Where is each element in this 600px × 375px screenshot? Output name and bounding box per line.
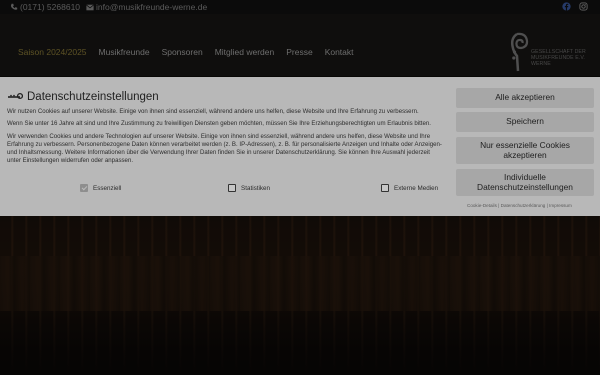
- imprint-link[interactable]: Impressum: [549, 203, 572, 208]
- checkbox-externe-medien-box[interactable]: [381, 184, 389, 192]
- accept-all-button[interactable]: Alle akzeptieren: [456, 88, 594, 108]
- checkbox-statistiken-box[interactable]: [228, 184, 236, 192]
- consent-text-intro: Wir nutzen Cookies auf unserer Website. …: [7, 108, 419, 115]
- save-button[interactable]: Speichern: [456, 112, 594, 132]
- checkbox-statistiken-label: Statistiken: [241, 184, 271, 192]
- essential-only-button[interactable]: Nur essenzielle Cookies akzeptieren: [456, 137, 594, 164]
- checkbox-essenziell-label: Essenziell: [93, 184, 122, 192]
- checkbox-externe-medien-label: Externe Medien: [394, 184, 439, 192]
- checkbox-statistiken[interactable]: Statistiken: [228, 184, 270, 192]
- cookie-details-link[interactable]: Cookie-Details: [467, 203, 497, 208]
- consent-text-age: Wenn Sie unter 16 Jahre alt sind und Ihr…: [7, 120, 431, 128]
- consent-footer-links: Cookie-Details | Datenschutzerklärung | …: [467, 203, 572, 208]
- checkbox-essenziell[interactable]: Essenziell: [80, 184, 121, 192]
- individual-settings-button[interactable]: Individuelle Datenschutzeinstellungen: [456, 169, 594, 196]
- violin-scroll-small-icon: [8, 92, 23, 100]
- consent-text-details: Wir verwenden Cookies und andere Technol…: [7, 132, 442, 165]
- checkbox-externe-medien[interactable]: Externe Medien: [381, 184, 438, 192]
- consent-title: Datenschutzeinstellungen: [27, 91, 159, 103]
- link-separator: |: [546, 203, 548, 208]
- consent-content: Datenschutzeinstellungen Wir nutzen Cook…: [7, 89, 444, 170]
- privacy-policy-link[interactable]: Datenschutzerklärung: [501, 203, 546, 208]
- cookie-consent-banner: Datenschutzeinstellungen Wir nutzen Cook…: [0, 77, 600, 216]
- consent-header: Datenschutzeinstellungen: [7, 89, 444, 105]
- link-separator: |: [498, 203, 500, 208]
- checkbox-essenziell-box[interactable]: [80, 184, 88, 192]
